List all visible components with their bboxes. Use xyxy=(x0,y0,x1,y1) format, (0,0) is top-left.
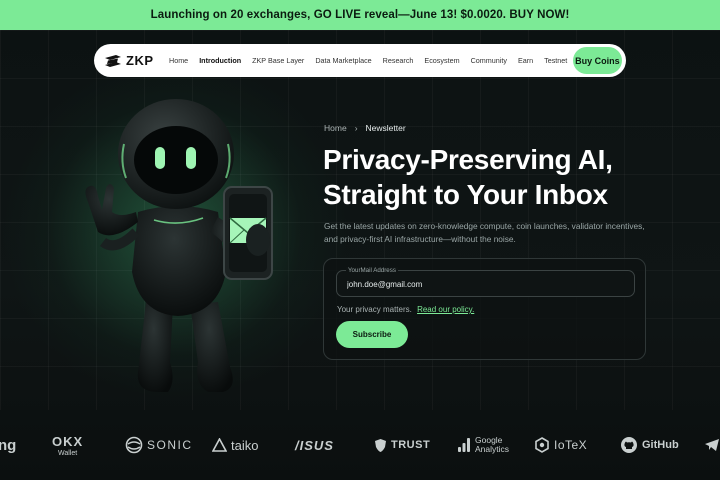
nav-item-data-marketplace[interactable]: Data Marketplace xyxy=(310,56,377,65)
iotex-text: IoTeX xyxy=(554,438,588,452)
partner-logos: ng OKX Wallet SONIC taiko /ISUS TRUST Go… xyxy=(0,428,720,462)
nav-item-testnet[interactable]: Testnet xyxy=(539,56,573,65)
logo-text: ZKP xyxy=(126,53,154,68)
email-field[interactable]: YourMail Address xyxy=(336,267,635,297)
partner-logo-0: ng xyxy=(0,436,17,454)
okx-text: OKX xyxy=(52,433,84,449)
banner-text[interactable]: Launching on 20 exchanges, GO LIVE revea… xyxy=(151,9,570,21)
trust-text: TRUST xyxy=(391,439,431,451)
page: Launching on 20 exchanges, GO LIVE revea… xyxy=(0,0,720,480)
partner-trust: TRUST xyxy=(374,438,430,453)
privacy-note: Your privacy matters. Read our policy. xyxy=(337,305,474,314)
email-input[interactable] xyxy=(347,280,617,289)
partner-taiko: taiko xyxy=(212,437,259,453)
email-field-label: YourMail Address xyxy=(346,267,398,274)
nav-item-earn[interactable]: Earn xyxy=(512,56,538,65)
analytics-bars-icon xyxy=(458,438,470,452)
breadcrumb: Home › Newsletter xyxy=(324,123,406,133)
shield-icon xyxy=(375,438,386,452)
github-text: GitHub xyxy=(642,439,679,451)
partner-asus: /ISUS xyxy=(295,437,334,453)
nav-item-ecosystem[interactable]: Ecosystem xyxy=(419,56,465,65)
page-title-line1: Privacy-Preserving AI, xyxy=(323,144,613,175)
sonic-text: SONIC xyxy=(147,438,193,452)
nav-item-home[interactable]: Home xyxy=(164,56,194,65)
partner-iotex: IoTeX xyxy=(534,437,587,453)
announcement-banner[interactable]: Launching on 20 exchanges, GO LIVE revea… xyxy=(0,0,720,30)
privacy-text: Your privacy matters. xyxy=(337,305,412,314)
breadcrumb-current: Newsletter xyxy=(365,123,406,133)
iotex-icon xyxy=(535,437,549,453)
partner-github: GitHub xyxy=(620,436,679,454)
privacy-policy-link[interactable]: Read our policy. xyxy=(417,305,474,314)
newsletter-form: YourMail Address Your privacy matters. R… xyxy=(323,258,646,360)
breadcrumb-home[interactable]: Home xyxy=(324,123,347,133)
subscribe-button[interactable]: Subscribe xyxy=(336,321,408,348)
logo[interactable]: ZKP xyxy=(104,53,154,68)
sonic-icon xyxy=(125,436,143,454)
page-title: Privacy-Preserving AI, Straight to Your … xyxy=(323,142,693,212)
nav-item-community[interactable]: Community xyxy=(465,56,512,65)
zkp-logo-icon xyxy=(105,54,121,67)
breadcrumb-separator: › xyxy=(354,123,358,133)
partner-sonic: SONIC xyxy=(125,436,193,454)
navbar: ZKP Home Introduction ZKP Base Layer Dat… xyxy=(94,44,626,77)
buy-coins-button[interactable]: Buy Coins xyxy=(572,47,622,74)
telegram-icon xyxy=(705,439,719,451)
taiko-text: taiko xyxy=(231,437,259,453)
nav-item-introduction[interactable]: Introduction xyxy=(194,56,247,65)
partner-google-analytics: Google Analytics xyxy=(457,436,509,454)
nav-item-zkp-base-layer[interactable]: ZKP Base Layer xyxy=(247,56,310,65)
nav-menu: Home Introduction ZKP Base Layer Data Ma… xyxy=(164,56,573,65)
page-title-line2: Straight to Your Inbox xyxy=(323,179,608,210)
nav-item-research[interactable]: Research xyxy=(377,56,419,65)
robot-illustration xyxy=(85,99,273,392)
okx-wallet-text: Wallet xyxy=(57,449,78,457)
github-icon xyxy=(621,437,637,453)
taiko-icon xyxy=(212,437,227,452)
partner-okx-wallet: OKX Wallet xyxy=(52,434,83,457)
ga-bottom-text: Analytics xyxy=(475,444,510,454)
page-subtitle: Get the latest updates on zero-knowledge… xyxy=(324,221,645,244)
